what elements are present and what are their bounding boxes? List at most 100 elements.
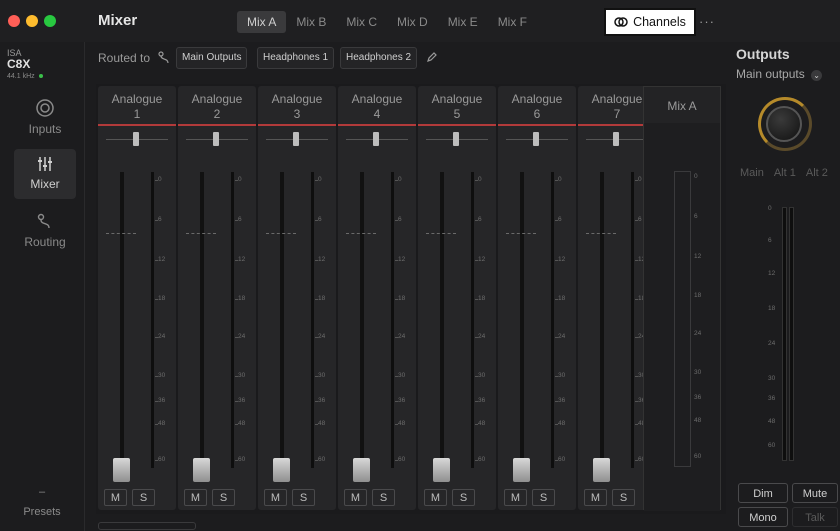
channel-strip: Analogue 4 0 6 12 18 24 30 36 48 60 M S [338,86,416,510]
tab-mix-f[interactable]: Mix F [488,11,537,33]
strip-name-label: Analogue [431,92,483,106]
pan-slider-handle[interactable] [213,132,219,146]
channels-button[interactable]: Channels [604,8,696,36]
solo-button[interactable]: S [212,489,235,506]
tab-mix-e[interactable]: Mix E [438,11,488,33]
solo-button[interactable]: S [292,489,315,506]
channel-strip: Analogue 1 0 6 12 18 24 30 36 48 60 M S [98,86,176,510]
tab-mix-b[interactable]: Mix B [286,11,336,33]
horizontal-scrollbar[interactable] [98,522,196,530]
mix-master-meter [674,171,691,467]
scale-label: 6 [398,216,402,223]
pan-slider-handle[interactable] [453,132,459,146]
scale-label: 48 [768,418,776,425]
route-headphones-2-button[interactable]: Headphones 2 [340,47,418,69]
mute-button[interactable]: M [424,489,447,506]
solo-button[interactable]: S [372,489,395,506]
level-meter [231,172,234,468]
talk-button[interactable]: Talk [792,507,838,527]
mix-master-strip: Mix A 0 6 12 18 24 30 36 48 60 [643,86,721,511]
fader-handle[interactable] [273,458,290,482]
scale-label: 12 [318,256,326,263]
sidebar-item-routing[interactable]: Routing [14,213,76,259]
pan-slider-handle[interactable] [293,132,299,146]
pan-slider-handle[interactable] [133,132,139,146]
scale-label: 48 [238,420,246,427]
scale-label: 30 [558,372,566,379]
mute-button[interactable]: M [184,489,207,506]
mute-output-button[interactable]: Mute [792,483,838,503]
mute-button[interactable]: M [344,489,367,506]
volume-knob[interactable] [766,106,802,142]
mixer-icon [38,157,52,171]
scale-label: 12 [694,253,702,260]
solo-button[interactable]: S [532,489,555,506]
mute-button[interactable]: M [264,489,287,506]
strip-name-label: Analogue [191,92,243,106]
channel-strip: Analogue 6 0 6 12 18 24 30 36 48 60 M S [498,86,576,510]
tab-alt-1[interactable]: Alt 1 [774,167,796,179]
unity-marker [506,233,536,235]
tab-mix-c[interactable]: Mix C [336,11,387,33]
dim-button[interactable]: Dim [738,483,788,503]
fader-handle[interactable] [193,458,210,482]
solo-button[interactable]: S [132,489,155,506]
more-options-button[interactable]: ··· [699,14,715,29]
scale-label: 60 [478,456,486,463]
scale-label: 24 [478,333,486,340]
solo-button[interactable]: S [612,489,635,506]
pan-slider-handle[interactable] [613,132,619,146]
sidebar-item-label: Inputs [28,122,62,136]
fader-handle[interactable] [593,458,610,482]
mute-button[interactable]: M [584,489,607,506]
scale-label: 0 [638,176,642,183]
fader-handle[interactable] [113,458,130,482]
scale-label: 48 [158,420,166,427]
scale-label: 36 [318,397,326,404]
mix-master-title: Mix A [667,99,697,113]
route-headphones-1-button[interactable]: Headphones 1 [257,47,335,69]
chevron-down-icon: ⌄ [811,70,823,81]
fader-track [440,172,444,468]
tab-mix-a[interactable]: Mix A [237,11,287,33]
strip-number: 5 [453,107,461,121]
routing-icon [158,51,169,64]
outputs-select[interactable]: Main outputs ⌄ [736,67,823,81]
mono-button[interactable]: Mono [738,507,788,527]
inputs-icon [36,99,54,117]
minimize-window-button[interactable] [26,15,38,27]
strip-name: Analogue 4 [338,92,416,122]
mute-button[interactable]: M [504,489,527,506]
strip-divider [498,124,576,126]
output-meter-right [789,207,794,461]
scale-label: 18 [318,295,326,302]
fader-handle[interactable] [353,458,370,482]
solo-button[interactable]: S [452,489,475,506]
close-window-button[interactable] [8,15,20,27]
tab-alt-2[interactable]: Alt 2 [806,167,828,179]
scale-label: 30 [768,375,776,382]
tab-main[interactable]: Main [740,167,764,179]
strip-number: 2 [213,107,221,121]
fader-handle[interactable] [513,458,530,482]
sidebar-item-inputs[interactable]: Inputs [14,98,76,144]
scale-label: 18 [398,295,406,302]
scale-label: 12 [478,256,486,263]
zoom-window-button[interactable] [44,15,56,27]
presets-label: Presets [23,506,61,518]
presets-dash: – [38,486,46,498]
edit-pencil-icon[interactable] [426,51,438,63]
pan-slider-handle[interactable] [373,132,379,146]
scale-label: 30 [398,372,406,379]
pan-slider-handle[interactable] [533,132,539,146]
presets-button[interactable]: – Presets [0,486,84,518]
scale-label: 60 [158,456,166,463]
route-main-outputs-button[interactable]: Main Outputs [176,47,248,69]
tab-mix-d[interactable]: Mix D [387,11,438,33]
strip-name-label: Analogue [351,92,403,106]
mute-button[interactable]: M [104,489,127,506]
fader-handle[interactable] [433,458,450,482]
fader-track [520,172,524,468]
sidebar-item-mixer[interactable]: Mixer [14,149,76,199]
fader-track [280,172,284,468]
